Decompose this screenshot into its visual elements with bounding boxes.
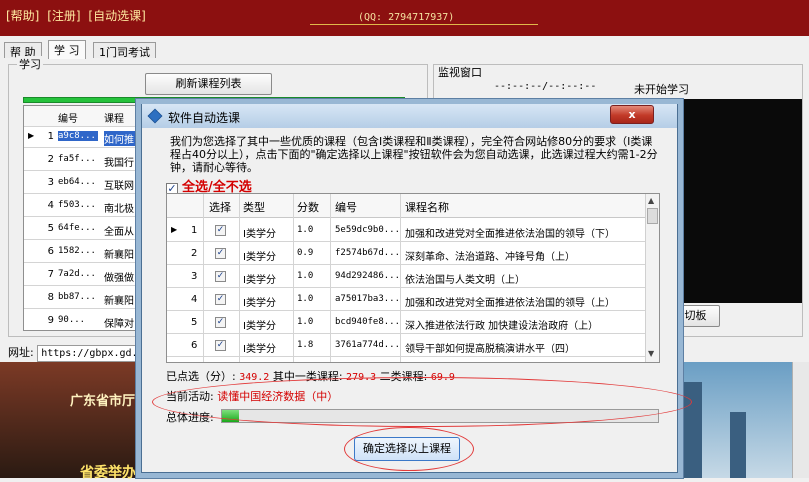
row-number: 7 xyxy=(47,269,54,280)
row-id: f503... xyxy=(58,200,96,210)
annotation-oval xyxy=(152,377,692,427)
skyline-tower xyxy=(730,412,746,478)
scroll-down-icon[interactable]: ▼ xyxy=(648,349,654,358)
tab-exam[interactable]: 1门司考试 xyxy=(93,42,156,59)
top-banner: [帮助] [注册] [自动选课] (QQ: 2794717937) xyxy=(0,0,809,36)
row-number: 2 xyxy=(47,154,54,165)
checkbox-checked-icon: ✓ xyxy=(215,317,226,328)
course-row[interactable]: 2 ✓ Ⅰ类学分 0.9 f2574b67d... 深刻革命、法治道路、冲锋号角（上） xyxy=(167,242,645,265)
qq-text: (QQ: 2794717937) xyxy=(358,12,455,23)
col-header-course: 课程 xyxy=(104,114,124,125)
scroll-up-icon[interactable]: ▲ xyxy=(648,196,654,205)
monitor-state: 未开始学习 xyxy=(634,83,689,96)
row-number: 3 xyxy=(47,177,54,188)
learn-legend: 学习 xyxy=(17,56,43,72)
row-number: 8 xyxy=(47,292,54,303)
monitor-time: --:--:--/--:--:-- xyxy=(494,81,597,92)
row-number: 6 xyxy=(47,246,54,257)
auto-select-dialog: 软件自动选课 x 我们为您选择了其中一些优质的课程（包含Ⅰ类课程和Ⅱ类课程），完… xyxy=(141,104,692,473)
auto-select-link[interactable]: [自动选课] xyxy=(88,9,145,23)
row-select-checkbox[interactable]: ✓ xyxy=(215,362,226,363)
row-id: fa5f... xyxy=(58,154,96,164)
checkbox-checked-icon: ✓ xyxy=(215,248,226,259)
row-number: 4 xyxy=(47,200,54,211)
checkbox-checked-icon: ✓ xyxy=(215,340,226,351)
register-link[interactable]: [注册] xyxy=(47,9,80,23)
row-id: 64fe... xyxy=(58,223,96,233)
row-id: 7a2d... xyxy=(58,269,96,279)
app-icon xyxy=(147,108,163,124)
row-id: a9c8... xyxy=(58,131,98,141)
row-id: 1582... xyxy=(58,246,96,256)
checkbox-checked-icon: ✓ xyxy=(215,294,226,305)
row-number: 5 xyxy=(47,223,54,234)
qq-underline xyxy=(310,24,538,25)
row-id: 90... xyxy=(58,315,86,325)
checkbox-checked-icon: ✓ xyxy=(215,271,226,282)
col-header-id: 编号 xyxy=(58,114,78,125)
dialog-title: 软件自动选课 xyxy=(168,111,241,125)
browser-banner-text: 广东省市厅 xyxy=(70,394,136,409)
close-button[interactable]: x xyxy=(610,105,654,124)
row-id: eb64... xyxy=(58,177,96,187)
course-row[interactable]: 7✓Ⅰ类学分2.005adcf03b...中美建交的历史经验与当代意义 xyxy=(167,357,645,363)
scroll-thumb[interactable] xyxy=(647,208,658,224)
tab-learn[interactable]: 学 习 xyxy=(48,40,86,59)
monitor-legend: 监视窗口 xyxy=(438,66,482,79)
course-row[interactable]: 4 ✓ Ⅰ类学分 1.0 a75017ba3... 加强和改进党对全面推进依法治国的领导（… xyxy=(167,288,645,311)
address-label: 网址: xyxy=(8,346,34,359)
checkbox-checked-icon: ✓ xyxy=(215,225,226,236)
learn-progress-bar xyxy=(23,97,405,103)
row-id: bb87... xyxy=(58,292,96,302)
course-row[interactable]: 6 ✓ Ⅰ类学分 1.8 3761a774d... 领导干部如何提高脱稿演讲水平（四） xyxy=(167,334,645,357)
course-row[interactable]: 3 ✓ Ⅰ类学分 1.0 94d292486... 依法治国与人类文明（上） xyxy=(167,265,645,288)
dialog-titlebar[interactable]: 软件自动选课 x xyxy=(142,104,677,128)
row-number: 1 xyxy=(47,131,54,142)
top-links: [帮助] [注册] [自动选课] xyxy=(6,7,150,24)
row-number: 9 xyxy=(47,315,54,326)
course-row[interactable]: 5 ✓ Ⅰ类学分 1.0 bcd940fe8... 深入推进依法行政 加快建设法治政府（上… xyxy=(167,311,645,334)
summary-prefix: 已点选（分）: xyxy=(166,370,236,383)
row-pointer-icon: ▶ xyxy=(28,131,35,140)
refresh-course-list-button[interactable]: 刷新课程列表 xyxy=(145,73,272,95)
annotation-oval xyxy=(344,427,474,471)
dialog-description: 我们为您选择了其中一些优质的课程（包含Ⅰ类课程和Ⅱ类课程），完全符合网站修80分… xyxy=(170,135,658,174)
course-row[interactable]: ▶ 1 ✓ Ⅰ类学分 1.0 5e59dc9b0... 加强和改进党对全面推进依法治国的领导… xyxy=(167,219,645,242)
help-link[interactable]: [帮助] xyxy=(6,9,39,23)
grid-scrollbar[interactable]: ▲ ▼ xyxy=(645,194,659,362)
course-selection-grid[interactable]: 选择 类型 分数 编号 课程名称 ▶ 1 ✓ Ⅰ类学分 1.0 5e59dc9b0... 加… xyxy=(166,193,660,363)
browser-scrollbar[interactable] xyxy=(792,362,809,478)
